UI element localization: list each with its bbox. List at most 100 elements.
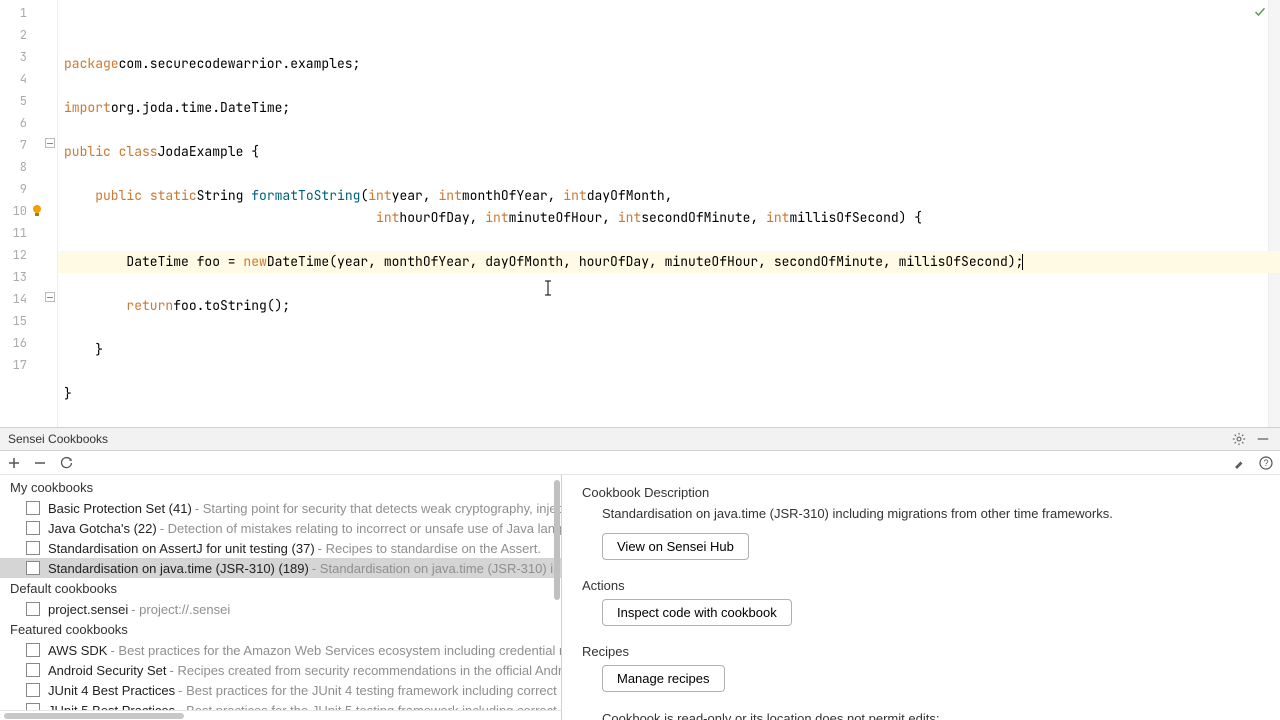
cookbook-item[interactable]: JUnit 5 Best Practices - Best practices …	[0, 700, 561, 710]
code-line[interactable]: DateTime foo = newDateTime(year, monthOf…	[58, 251, 1280, 273]
panel-header: Sensei Cookbooks	[0, 428, 1280, 451]
minimize-icon[interactable]	[1254, 430, 1272, 448]
cookbook-desc: - Best practices for the Amazon Web Serv…	[110, 643, 561, 658]
cookbook-item[interactable]: Standardisation on AssertJ for unit test…	[0, 538, 561, 558]
gutter-line: 5	[0, 90, 57, 112]
cookbook-name: Java Gotcha's (22)	[48, 521, 157, 536]
code-line[interactable]: packagecom.securecodewarrior.examples;	[58, 53, 1280, 75]
view-on-hub-button[interactable]: View on Sensei Hub	[602, 533, 749, 560]
description-text: Standardisation on java.time (JSR-310) i…	[602, 506, 1260, 521]
gutter-line: 7	[0, 134, 57, 156]
code-editor[interactable]: 1234567891011121314151617 packagecom.sec…	[0, 0, 1280, 428]
cookbook-name: Android Security Set	[48, 663, 167, 678]
gutter-line: 11	[0, 222, 57, 244]
cookbook-item[interactable]: Basic Protection Set (41) - Starting poi…	[0, 498, 561, 518]
gutter-line: 3	[0, 46, 57, 68]
tree-section-header: Default cookbooks	[0, 578, 561, 599]
add-icon[interactable]	[6, 455, 22, 471]
cookbook-desc: - Standardisation on java.time (JSR-310)…	[312, 561, 561, 576]
code-line[interactable]	[58, 229, 1280, 251]
gutter-line: 12	[0, 244, 57, 266]
code-line[interactable]: importorg.joda.time.DateTime;	[58, 97, 1280, 119]
code-line[interactable]	[58, 361, 1280, 383]
checkbox[interactable]	[26, 703, 40, 710]
checkbox[interactable]	[26, 561, 40, 575]
gutter: 1234567891011121314151617	[0, 0, 58, 427]
refresh-icon[interactable]	[58, 455, 74, 471]
code-line[interactable]	[58, 119, 1280, 141]
code-line[interactable]: }	[58, 383, 1280, 405]
gutter-line: 4	[0, 68, 57, 90]
tree-section-header: Featured cookbooks	[0, 619, 561, 640]
gear-icon[interactable]	[1230, 430, 1248, 448]
intention-bulb-icon[interactable]	[31, 203, 43, 217]
checkbox[interactable]	[26, 521, 40, 535]
tree-hscrollbar[interactable]	[0, 710, 561, 720]
code-area[interactable]: packagecom.securecodewarrior.examples; im…	[58, 0, 1280, 427]
help-icon[interactable]: ?	[1258, 455, 1274, 471]
gutter-line: 1	[0, 2, 57, 24]
checkbox[interactable]	[26, 501, 40, 515]
gutter-line: 8	[0, 156, 57, 178]
cookbook-name: AWS SDK	[48, 643, 107, 658]
cookbook-item[interactable]: JUnit 4 Best Practices - Best practices …	[0, 680, 561, 700]
code-line[interactable]: inthourOfDay, intminuteOfHour, intsecond…	[58, 207, 1280, 229]
checkbox[interactable]	[26, 643, 40, 657]
checkbox[interactable]	[26, 541, 40, 555]
fold-icon[interactable]	[45, 138, 55, 148]
cookbook-toolbar: ?	[0, 451, 1280, 475]
cookbook-name: JUnit 5 Best Practices	[48, 703, 175, 711]
code-line[interactable]: public classJodaExample {	[58, 141, 1280, 163]
gutter-line: 17	[0, 354, 57, 376]
recipes-heading: Recipes	[582, 644, 1260, 659]
manage-recipes-button[interactable]: Manage recipes	[602, 665, 725, 692]
fold-icon[interactable]	[45, 292, 55, 302]
caret	[1022, 254, 1023, 270]
cookbook-name: project.sensei	[48, 602, 128, 617]
code-line[interactable]: returnfoo.toString();	[58, 295, 1280, 317]
cookbook-item[interactable]: project.sensei - project://.sensei	[0, 599, 561, 619]
inspect-code-button[interactable]: Inspect code with cookbook	[602, 599, 792, 626]
cookbook-item[interactable]: Android Security Set - Recipes created f…	[0, 660, 561, 680]
cookbook-item[interactable]: Standardisation on java.time (JSR-310) (…	[0, 558, 561, 578]
code-line[interactable]: public staticString formatToString(intye…	[58, 185, 1280, 207]
cookbook-desc: - Recipes to standardise on the Assert.	[318, 541, 541, 556]
gutter-line: 13	[0, 266, 57, 288]
tree-section-header: My cookbooks	[0, 477, 561, 498]
cookbook-desc: - Best practices for the JUnit 4 testing…	[178, 683, 561, 698]
cookbook-name: Standardisation on AssertJ for unit test…	[48, 541, 315, 556]
cookbook-name: Standardisation on java.time (JSR-310) (…	[48, 561, 309, 576]
wrench-icon[interactable]	[1232, 455, 1248, 471]
readonly-note: Cookbook is read-only or its location do…	[602, 710, 1260, 720]
checkbox[interactable]	[26, 683, 40, 697]
gutter-line: 6	[0, 112, 57, 134]
checkbox[interactable]	[26, 663, 40, 677]
cookbook-desc: - Starting point for security that detec…	[195, 501, 561, 516]
cookbook-detail-pane: Cookbook Description Standardisation on …	[562, 475, 1280, 720]
cookbook-tree[interactable]: My cookbooksBasic Protection Set (41) - …	[0, 475, 561, 710]
cookbook-name: Basic Protection Set (41)	[48, 501, 192, 516]
code-line[interactable]	[58, 317, 1280, 339]
cookbook-desc: - Best practices for the JUnit 5 testing…	[178, 703, 561, 711]
svg-text:?: ?	[1263, 458, 1268, 468]
checkbox[interactable]	[26, 602, 40, 616]
cookbook-item[interactable]: AWS SDK - Best practices for the Amazon …	[0, 640, 561, 660]
remove-icon[interactable]	[32, 455, 48, 471]
gutter-line: 9	[0, 178, 57, 200]
tree-vscrollbar[interactable]	[551, 475, 561, 647]
gutter-line: 14	[0, 288, 57, 310]
code-line[interactable]	[58, 273, 1280, 295]
code-line[interactable]	[58, 75, 1280, 97]
code-line[interactable]	[58, 405, 1280, 427]
cookbook-desc: - Recipes created from security recommen…	[170, 663, 561, 678]
cookbook-desc: - project://.sensei	[131, 602, 230, 617]
description-heading: Cookbook Description	[582, 485, 1260, 500]
gutter-line: 2	[0, 24, 57, 46]
gutter-line: 10	[0, 200, 57, 222]
code-line[interactable]: }	[58, 339, 1280, 361]
gutter-line: 15	[0, 310, 57, 332]
code-line[interactable]	[58, 163, 1280, 185]
cookbook-item[interactable]: Java Gotcha's (22) - Detection of mistak…	[0, 518, 561, 538]
readonly-note-line1: Cookbook is read-only or its location do…	[602, 710, 1260, 720]
cookbook-tree-pane: My cookbooksBasic Protection Set (41) - …	[0, 475, 562, 720]
